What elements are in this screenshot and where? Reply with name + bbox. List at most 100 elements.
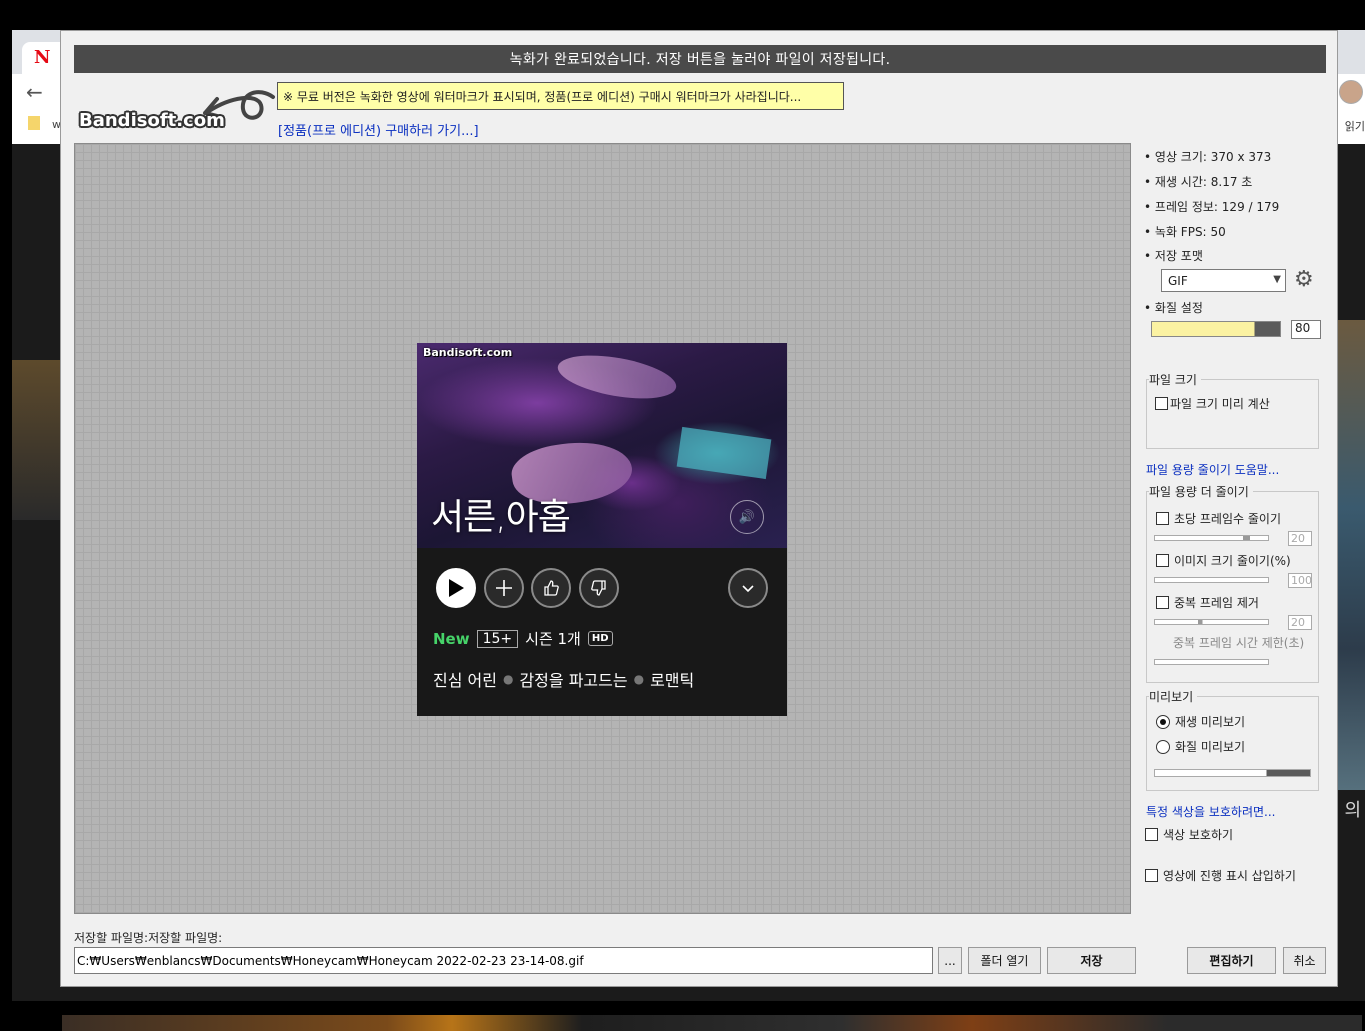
- bookmark-folder-icon[interactable]: [28, 116, 40, 130]
- insert-progress-row[interactable]: 영상에 진행 표시 삽입하기: [1145, 867, 1296, 884]
- format-heading: • 저장 포맷: [1144, 249, 1203, 263]
- save-dialog: 녹화가 완료되었습니다. 저장 버튼을 눌러야 파일이 저장됩니다. Bandi…: [60, 30, 1338, 987]
- edit-button[interactable]: 편집하기: [1187, 947, 1276, 974]
- cancel-button[interactable]: 취소: [1283, 947, 1326, 974]
- info-label: 프레임 정보:: [1154, 200, 1218, 214]
- frame-watermark: Bandisoft.com: [423, 346, 513, 359]
- recording-complete-banner: 녹화가 완료되었습니다. 저장 버튼을 눌러야 파일이 저장됩니다.: [74, 45, 1326, 73]
- genre-tag: 진심 어린: [433, 671, 497, 690]
- remove-dup-slider[interactable]: [1154, 619, 1269, 625]
- background-text: 의: [1344, 800, 1361, 821]
- recorded-frame: Bandisoft.com 서른,아홉 🔊 New 15+ 시즌 1개 HD 진…: [417, 343, 787, 716]
- reduce-fps-checkbox[interactable]: [1156, 512, 1169, 525]
- precalc-checkbox[interactable]: [1155, 397, 1168, 410]
- genre-tags: 진심 어린 ● 감정을 파고드는 ● 로맨틱: [433, 667, 694, 691]
- group-title: 파일 용량 더 줄이기: [1149, 483, 1253, 500]
- gear-icon[interactable]: ⚙: [1294, 269, 1314, 291]
- protect-color-checkbox[interactable]: [1145, 828, 1158, 841]
- reduce-size-slider[interactable]: [1154, 577, 1269, 583]
- preview-slider[interactable]: [1154, 769, 1311, 777]
- reduce-size-value[interactable]: 100: [1288, 573, 1312, 588]
- remove-dup-value[interactable]: 20: [1288, 615, 1312, 630]
- profile-avatar[interactable]: [1339, 80, 1363, 104]
- thumbs-up-icon: [531, 568, 571, 608]
- background-content-thumbnail: [12, 360, 60, 520]
- radio-label: 재생 미리보기: [1175, 715, 1246, 729]
- watermark-logo: Bandisoft.com: [79, 110, 225, 131]
- quality-value-input[interactable]: 80: [1291, 320, 1321, 339]
- remove-dup-row[interactable]: 중복 프레임 제거: [1156, 594, 1259, 611]
- genre-tag: 로맨틱: [650, 671, 695, 690]
- volume-icon: 🔊: [730, 500, 764, 534]
- format-value: GIF: [1168, 273, 1188, 288]
- show-meta-row: New 15+ 시즌 1개 HD: [433, 628, 613, 649]
- filesize-group: 파일 크기 파일 크기 미리 계산: [1146, 371, 1319, 449]
- group-title: 파일 크기: [1149, 371, 1201, 388]
- hd-badge: HD: [587, 631, 613, 646]
- radio-label: 화질 미리보기: [1175, 740, 1246, 754]
- frame-image-detail: [554, 347, 680, 407]
- tag-separator: ●: [633, 672, 645, 686]
- video-size-info: • 영상 크기: 370 x 373: [1144, 150, 1272, 164]
- buy-pro-link[interactable]: [정품(프로 에디션) 구매하러 가기...]: [278, 120, 479, 139]
- dup-time-limit-label: 중복 프레임 시간 제한(초): [1173, 636, 1305, 650]
- checkbox-label: 이미지 크기 줄이기(%): [1174, 554, 1291, 568]
- precalc-row[interactable]: 파일 크기 미리 계산: [1155, 395, 1270, 412]
- open-folder-button[interactable]: 폴더 열기: [968, 947, 1041, 974]
- insert-progress-checkbox[interactable]: [1145, 869, 1158, 882]
- checkbox-label: 파일 크기 미리 계산: [1170, 397, 1270, 411]
- info-value: 8.17 초: [1210, 175, 1253, 189]
- back-arrow-icon[interactable]: ←: [26, 80, 43, 104]
- save-button[interactable]: 저장: [1047, 947, 1136, 974]
- preview-quality-row[interactable]: 화질 미리보기: [1156, 738, 1245, 755]
- reduce-fps-row[interactable]: 초당 프레임수 줄이기: [1156, 510, 1281, 527]
- thumbs-down-icon: [579, 568, 619, 608]
- play-icon: [436, 568, 476, 608]
- settings-panel: • 영상 크기: 370 x 373 • 재생 시간: 8.17 초 • 프레임…: [1144, 143, 1334, 914]
- reduce-help-link[interactable]: 파일 용량 줄이기 도움말...: [1146, 461, 1279, 478]
- background-thumbnail-strip: [62, 1015, 1362, 1031]
- dup-time-limit-slider[interactable]: [1154, 659, 1269, 665]
- filename-input[interactable]: C:₩Users₩enblancs₩Documents₩Honeycam₩Hon…: [74, 947, 933, 974]
- chevron-down-icon: [728, 568, 768, 608]
- reduce-fps-value[interactable]: 20: [1288, 531, 1312, 546]
- reduce-size-row[interactable]: 이미지 크기 줄이기(%): [1156, 552, 1291, 569]
- protect-color-link[interactable]: 특정 색상을 보호하려면...: [1146, 803, 1275, 820]
- checkbox-label: 색상 보호하기: [1163, 828, 1234, 842]
- protect-color-row[interactable]: 색상 보호하기: [1145, 826, 1233, 843]
- format-select[interactable]: GIF ▼: [1161, 269, 1286, 292]
- show-title: 서른,아홉: [431, 497, 571, 538]
- checkbox-label: 중복 프레임 제거: [1174, 596, 1259, 610]
- reading-list-label[interactable]: 읽기: [1345, 118, 1365, 134]
- info-label: 녹화 FPS:: [1154, 225, 1207, 239]
- new-badge: New: [433, 629, 470, 648]
- preview-quality-radio[interactable]: [1156, 739, 1170, 754]
- remove-dup-checkbox[interactable]: [1156, 596, 1169, 609]
- reduce-group: 파일 용량 더 줄이기 초당 프레임수 줄이기 20 이미지 크기 줄이기(%)…: [1146, 483, 1319, 683]
- tag-separator: ●: [502, 672, 514, 686]
- checkbox-label: 초당 프레임수 줄이기: [1174, 512, 1281, 526]
- checkbox-label: 영상에 진행 표시 삽입하기: [1163, 869, 1296, 883]
- reduce-size-checkbox[interactable]: [1156, 554, 1169, 567]
- dropdown-arrow-icon: ▼: [1273, 274, 1281, 285]
- quality-slider[interactable]: [1151, 321, 1281, 337]
- frame-image-detail: [676, 426, 772, 480]
- info-value: 370 x 373: [1210, 150, 1272, 164]
- reduce-fps-slider[interactable]: [1154, 535, 1269, 541]
- preview-group: 미리보기 재생 미리보기 화질 미리보기: [1146, 688, 1319, 791]
- age-rating-badge: 15+: [476, 629, 519, 648]
- group-title: 미리보기: [1149, 688, 1198, 705]
- netflix-logo-icon: N: [34, 47, 51, 68]
- background-content-thumbnail: [1337, 320, 1365, 790]
- preview-playback-radio[interactable]: [1156, 714, 1170, 729]
- preview-canvas: Bandisoft.com 서른,아홉 🔊 New 15+ 시즌 1개 HD 진…: [74, 143, 1131, 914]
- genre-tag: 감정을 파고드는: [519, 671, 628, 690]
- preview-playback-row[interactable]: 재생 미리보기: [1156, 713, 1245, 730]
- info-label: 영상 크기:: [1154, 150, 1207, 164]
- fps-info: • 녹화 FPS: 50: [1144, 225, 1226, 239]
- quality-heading: • 화질 설정: [1144, 301, 1203, 315]
- frame-info: • 프레임 정보: 129 / 179: [1144, 200, 1280, 214]
- duration-info: • 재생 시간: 8.17 초: [1144, 175, 1253, 189]
- info-value: 129 / 179: [1221, 200, 1280, 214]
- browse-button[interactable]: ...: [938, 947, 962, 974]
